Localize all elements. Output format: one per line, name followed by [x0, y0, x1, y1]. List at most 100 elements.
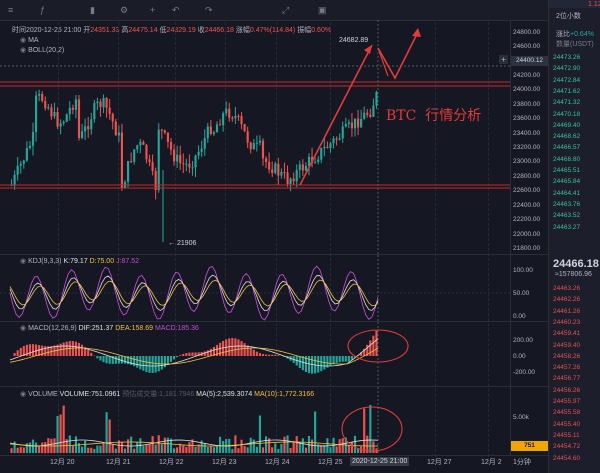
macd-bar [133, 356, 136, 367]
macd-bar [341, 356, 344, 362]
eye-icon[interactable]: ◉ [20, 325, 28, 332]
bid-row[interactable]: 24457.26 [553, 364, 580, 371]
candle-body [80, 131, 84, 138]
price-tick: 22200.00 [513, 216, 541, 223]
candle-type-icon[interactable]: ▮ [90, 5, 95, 16]
candle-body [209, 126, 212, 134]
volume-bar [258, 415, 262, 453]
volume-ma10: MA(10):1,772.3166 [254, 391, 315, 398]
candle-body [44, 100, 47, 109]
macd-bar [255, 351, 258, 356]
macd-dea: DEA:158.69 [115, 325, 153, 332]
volume-label[interactable]: ◉ VOLUME VOLUME:751.0961 预估成交量:1,181.794… [20, 390, 314, 399]
bid-row[interactable]: 24455.97 [553, 398, 580, 405]
macd-tick: 0.00 [513, 353, 526, 360]
ask-row[interactable]: 24472.90 [553, 65, 580, 72]
volume-bar [34, 442, 38, 453]
candle-body [19, 163, 22, 166]
candle-body [317, 159, 320, 162]
volume-bar [347, 445, 350, 453]
candle-body [338, 138, 341, 140]
add-line-icon[interactable]: + [499, 55, 508, 64]
candle-body [172, 149, 176, 162]
bid-row[interactable]: 24456.26 [553, 387, 580, 394]
volume-bar [99, 445, 102, 453]
main-candle-chart[interactable] [0, 20, 510, 254]
candle-body [47, 107, 50, 109]
candle-body [197, 151, 200, 156]
bid-row[interactable]: 24459.40 [553, 342, 580, 349]
price-axis-border [510, 20, 511, 455]
ask-row[interactable]: 24473.26 [553, 54, 580, 61]
candle-body [375, 91, 378, 106]
ask-row[interactable]: 24472.84 [553, 77, 580, 84]
bid-row[interactable]: 24460.23 [553, 319, 580, 326]
compare-icon[interactable]: + [150, 5, 155, 15]
annotation-circle [341, 406, 403, 452]
volume-bar [237, 448, 240, 453]
macd-bar [105, 356, 108, 364]
candle-body [295, 169, 298, 182]
candle-body [16, 165, 19, 175]
ask-row[interactable]: 24468.62 [553, 133, 580, 140]
undo-icon[interactable]: ↶ [172, 5, 180, 16]
price-tick: 23800.00 [513, 101, 541, 108]
bid-row[interactable]: 24454.72 [553, 443, 580, 450]
candle-body [105, 97, 108, 108]
bid-row[interactable]: 24461.26 [553, 308, 580, 315]
bid-row[interactable]: 24456.77 [553, 375, 580, 382]
macd-label[interactable]: ◉ MACD(12,26,9) DIF:251.37 DEA:158.69 MA… [20, 324, 199, 333]
macd-bar [172, 356, 176, 360]
ask-row[interactable]: 24469.40 [553, 122, 580, 129]
kdj-label[interactable]: ◉ KDJ(9,3,3) K:79.17 D:75.00 J:87.52 [20, 257, 139, 266]
eye-icon[interactable]: ◉ [20, 258, 28, 265]
candle-body [163, 130, 166, 133]
candle-body [271, 169, 274, 173]
bid-row[interactable]: 24455.58 [553, 409, 580, 416]
indicator-icon[interactable]: ƒ [40, 5, 50, 15]
volume-bar [194, 446, 197, 453]
macd-bar [154, 356, 157, 373]
ask-row[interactable]: 24463.76 [553, 201, 580, 208]
volume-bar [44, 442, 47, 453]
volume-bar [22, 447, 25, 453]
volume-bar [301, 438, 304, 453]
volume-bar [56, 416, 59, 453]
ask-row[interactable]: 24471.32 [553, 99, 580, 106]
bid-row[interactable]: 24462.26 [553, 296, 580, 303]
eye-icon[interactable]: ◉ [20, 391, 28, 398]
bid-row[interactable]: 24454.60 [553, 455, 580, 462]
bid-row[interactable]: 24459.41 [553, 330, 580, 337]
candle-body [258, 140, 262, 143]
ask-row[interactable]: 24466.57 [553, 144, 580, 151]
ask-row[interactable]: 24466.80 [553, 156, 580, 163]
candle-body [139, 141, 142, 146]
decimal-selector[interactable]: 2位小数 [556, 12, 581, 21]
volume-bar [255, 446, 258, 453]
bid-row[interactable]: 24458.26 [553, 353, 580, 360]
candle-body [353, 118, 357, 129]
ask-row[interactable]: 24464.41 [553, 190, 580, 197]
ask-row[interactable]: 24465.51 [553, 167, 580, 174]
volume-bar [123, 448, 127, 453]
settings-icon[interactable]: ⚙ [120, 5, 128, 16]
menu-icon[interactable]: ≡ [8, 5, 18, 15]
ask-row[interactable]: 24463.52 [553, 212, 580, 219]
bid-row[interactable]: 24455.40 [553, 421, 580, 428]
bid-row[interactable]: 24463.26 [553, 285, 580, 292]
ask-row[interactable]: 24463.27 [553, 224, 580, 231]
ask-row[interactable]: 24470.18 [553, 111, 580, 118]
candle-body [206, 126, 209, 139]
timeframe-label[interactable]: 1分钟 [513, 458, 531, 467]
macd-bar [320, 356, 323, 372]
redo-icon[interactable]: ↷ [205, 5, 213, 16]
snapshot-icon[interactable]: ▣ [318, 5, 327, 16]
candle-body [246, 131, 249, 143]
ask-row[interactable]: 24465.84 [553, 178, 580, 185]
macd-bar [151, 356, 154, 374]
macd-bar [274, 354, 277, 356]
fullscreen-icon[interactable]: ⤢ [282, 5, 289, 16]
bid-row[interactable]: 24455.11 [553, 432, 580, 439]
price-tick: 24200.00 [513, 72, 541, 79]
ask-row[interactable]: 24471.62 [553, 88, 580, 95]
